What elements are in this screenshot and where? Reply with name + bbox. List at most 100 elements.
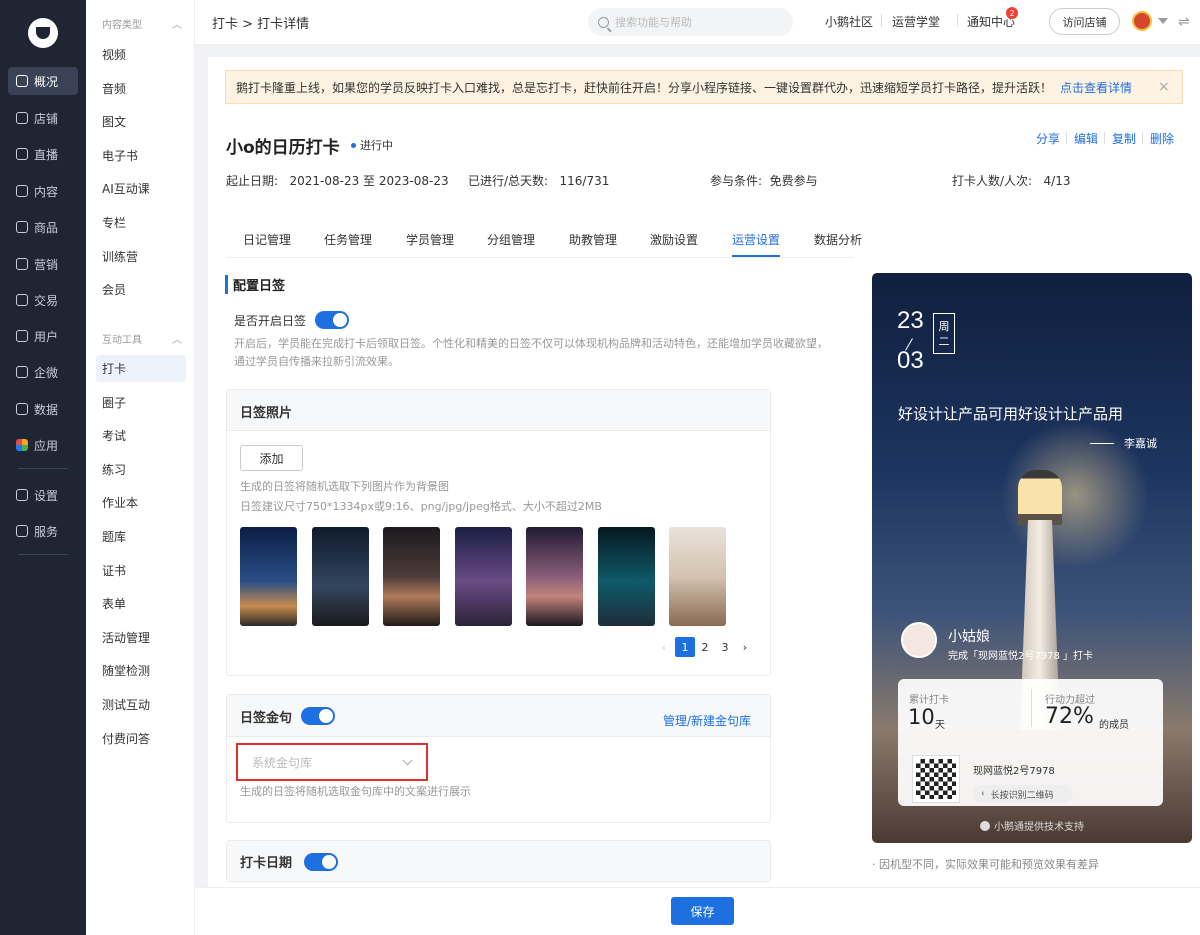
- live-icon: [16, 148, 28, 160]
- manage-quotes-link[interactable]: 管理/新建金句库: [663, 712, 751, 729]
- rail-item-label: 直播: [34, 147, 59, 162]
- page-button-1[interactable]: 1: [675, 637, 695, 657]
- rail-item[interactable]: 用户: [8, 322, 78, 350]
- subnav-item[interactable]: 打卡: [96, 355, 186, 382]
- subnav-item[interactable]: 图文: [96, 108, 186, 135]
- tab-item[interactable]: 日记管理: [243, 231, 291, 248]
- subnav-item[interactable]: 作业本: [96, 489, 186, 516]
- subnav-item[interactable]: 表单: [96, 590, 186, 617]
- rail-item[interactable]: 概况: [8, 67, 78, 95]
- save-button[interactable]: 保存: [671, 897, 734, 925]
- subnav-item[interactable]: 练习: [96, 456, 186, 483]
- rail-item[interactable]: 内容: [8, 177, 78, 205]
- subnav-item[interactable]: 会员: [96, 276, 186, 303]
- section-title: 配置日签: [225, 275, 285, 294]
- tab-item[interactable]: 任务管理: [324, 231, 372, 248]
- search-input[interactable]: 搜索功能与帮助: [588, 8, 793, 36]
- edit-button[interactable]: 编辑: [1074, 130, 1098, 147]
- panel-header: [227, 390, 770, 431]
- subnav-item[interactable]: 证书: [96, 557, 186, 584]
- prev-page-icon[interactable]: ‹: [654, 637, 674, 657]
- subnav-item[interactable]: 活动管理: [96, 624, 186, 651]
- enable-toggle[interactable]: [315, 311, 349, 329]
- rail-item[interactable]: 设置: [8, 481, 78, 509]
- background-thumbnail[interactable]: [383, 527, 440, 626]
- rail-item-label: 内容: [34, 184, 59, 199]
- copy-button[interactable]: 复制: [1112, 130, 1136, 147]
- tab-item[interactable]: 学员管理: [406, 231, 454, 248]
- notice-link[interactable]: 点击查看详情: [1060, 79, 1132, 96]
- rail-item[interactable]: 店铺: [8, 104, 78, 132]
- link-community[interactable]: 小鹅社区: [825, 13, 873, 30]
- add-photo-button[interactable]: 添加: [240, 445, 303, 471]
- rail-item[interactable]: 服务: [8, 517, 78, 545]
- background-thumbnail[interactable]: [598, 527, 655, 626]
- subnav-item[interactable]: 音频: [96, 75, 186, 102]
- subnav-section-interact[interactable]: 互动工具 ︿: [102, 331, 182, 346]
- tab-item[interactable]: 激励设置: [650, 231, 698, 248]
- rail-item[interactable]: 交易: [8, 286, 78, 314]
- wecom-icon: [16, 366, 28, 378]
- background-thumbnail[interactable]: [669, 527, 726, 626]
- author-name: 李嘉诚: [1124, 437, 1157, 450]
- qr-code-icon: [912, 755, 960, 803]
- tab-item[interactable]: 数据分析: [814, 231, 862, 248]
- background-thumbnail[interactable]: [455, 527, 512, 626]
- delete-button[interactable]: 删除: [1150, 130, 1174, 147]
- chevron-up-icon: ︿: [172, 20, 182, 31]
- enable-description: 开启后，学员能在完成打卡后领取日签。个性化和精美的日签不仅可以体现机构品牌和活动…: [234, 337, 828, 368]
- subnav-item[interactable]: 考试: [96, 422, 186, 449]
- rail-item[interactable]: 数据: [8, 395, 78, 423]
- rail-item-label: 商品: [34, 220, 59, 235]
- subnav-item[interactable]: 题库: [96, 523, 186, 550]
- preview-support: 小鹅通提供技术支持: [980, 818, 1084, 833]
- rail-item[interactable]: 企微: [8, 358, 78, 386]
- subnav-item[interactable]: 视频: [96, 41, 186, 68]
- caret-down-icon[interactable]: [1158, 18, 1168, 24]
- notification-badge: 2: [1006, 7, 1018, 19]
- app-logo[interactable]: [28, 18, 58, 48]
- page-button-3[interactable]: 3: [715, 637, 735, 657]
- page-button-2[interactable]: 2: [695, 637, 715, 657]
- divider: [18, 554, 68, 555]
- preview-weekday: 周二: [933, 313, 955, 354]
- link-academy[interactable]: 运营学堂: [892, 13, 940, 30]
- avatar[interactable]: [1132, 11, 1152, 31]
- switch-icon[interactable]: ⇌: [1178, 14, 1190, 30]
- rail-item-label: 营销: [34, 257, 59, 272]
- quote-toggle[interactable]: [301, 707, 335, 725]
- subnav-item[interactable]: 电子书: [96, 142, 186, 169]
- subnav-section-content[interactable]: 内容类型 ︿: [102, 16, 182, 31]
- subnav-item[interactable]: 随堂检测: [96, 657, 186, 684]
- rail-item[interactable]: 商品: [8, 213, 78, 241]
- subnav-item[interactable]: 训练营: [96, 243, 186, 270]
- tab-item[interactable]: 助教管理: [569, 231, 617, 248]
- close-icon[interactable]: ×: [1158, 79, 1170, 95]
- subnav-item[interactable]: 专栏: [96, 209, 186, 236]
- top-header: 打卡 > 打卡详情 搜索功能与帮助 小鹅社区 运营学堂 通知中心 2 访问店铺 …: [195, 0, 1200, 45]
- tab-item[interactable]: 分组管理: [487, 231, 535, 248]
- rail-item-label: 服务: [34, 524, 59, 539]
- share-button[interactable]: 分享: [1036, 130, 1060, 147]
- tab-item[interactable]: 运营设置: [732, 231, 780, 248]
- background-thumbnail[interactable]: [312, 527, 369, 626]
- background-thumbnail[interactable]: [526, 527, 583, 626]
- subnav-item[interactable]: 测试互动: [96, 691, 186, 718]
- next-page-icon[interactable]: ›: [735, 637, 755, 657]
- divider: [957, 14, 958, 27]
- date-toggle[interactable]: [304, 853, 338, 871]
- subnav-item[interactable]: 付费问答: [96, 725, 186, 752]
- rail-item[interactable]: 直播: [8, 140, 78, 168]
- subnav-item[interactable]: 圈子: [96, 389, 186, 416]
- subnav-item[interactable]: AI互动课: [96, 175, 186, 202]
- background-thumbnail[interactable]: [240, 527, 297, 626]
- visit-store-button[interactable]: 访问店铺: [1049, 8, 1120, 35]
- preview-author: 李嘉诚: [1090, 435, 1157, 451]
- rail-item[interactable]: 营销: [8, 250, 78, 278]
- quote-library-select[interactable]: 系统金句库: [236, 743, 428, 781]
- divider: [226, 257, 854, 258]
- total-unit: 天: [935, 720, 945, 731]
- rail-item[interactable]: 应用: [8, 431, 78, 459]
- section-label: 互动工具: [102, 335, 142, 346]
- qr-hint: ‹ 长按识别二维码: [973, 785, 1073, 803]
